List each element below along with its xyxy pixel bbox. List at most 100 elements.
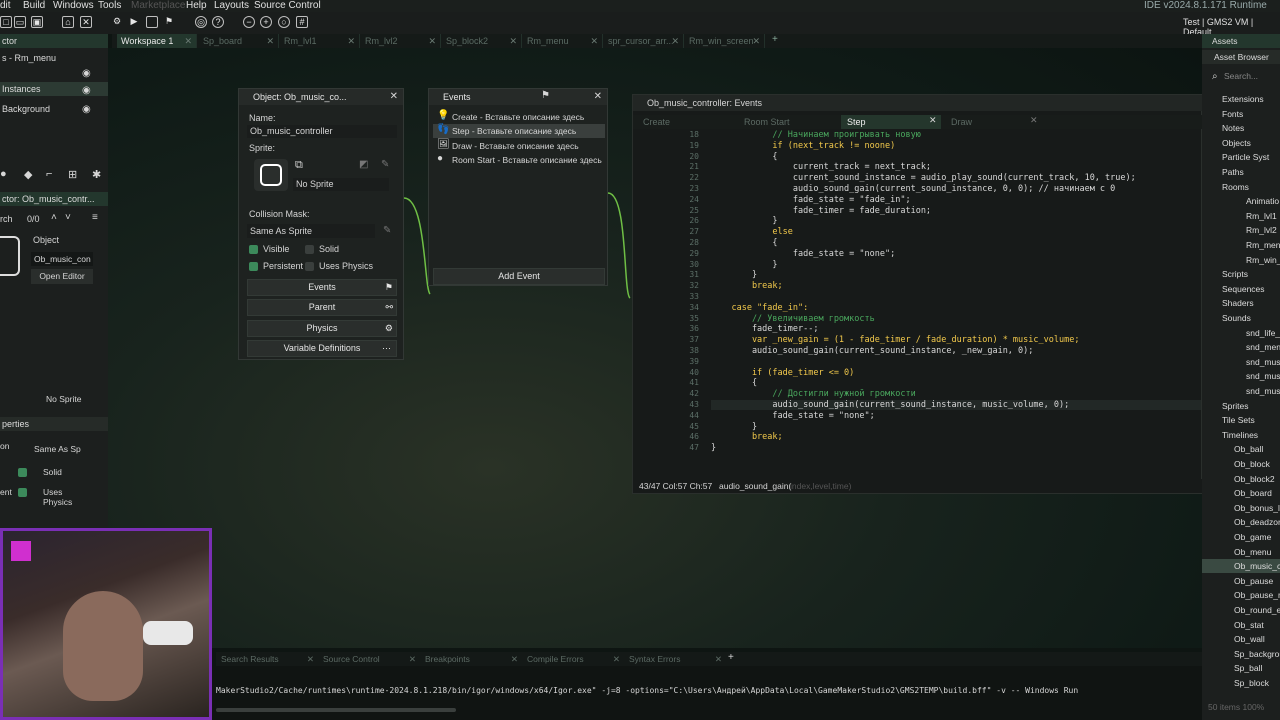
grid-icon[interactable]: # (296, 16, 308, 28)
tab-sp-board[interactable]: Sp_board ✕ (199, 34, 279, 48)
persistent-checkbox[interactable] (18, 488, 27, 497)
visible-checkbox[interactable] (249, 245, 258, 254)
asset-icon[interactable]: ✱ (92, 168, 101, 181)
tab-draw[interactable]: Draw (945, 115, 1041, 129)
close-icon[interactable]: ✕ (509, 34, 517, 48)
zoom-out-icon[interactable]: − (243, 16, 255, 28)
tab-rm-menu[interactable]: Rm_menu ✕ (523, 34, 603, 48)
asset-folder[interactable]: Sprites (1202, 399, 1280, 413)
tab-rm-lvl2[interactable]: Rm_lvl2 ✕ (361, 34, 441, 48)
add-tab-icon[interactable]: + (772, 34, 778, 45)
close-icon[interactable]: ✕ (929, 115, 937, 126)
run-icon[interactable]: ▶ (128, 16, 140, 28)
solid-checkbox[interactable] (18, 468, 27, 477)
zoom-in-icon[interactable]: + (260, 16, 272, 28)
close-icon[interactable]: ✕ (409, 652, 416, 666)
event-create[interactable]: Create - Вставьте описание здесь (433, 110, 605, 124)
asset-folder[interactable]: Extensions (1202, 92, 1280, 106)
code-line[interactable]: { (711, 152, 777, 162)
code-line[interactable]: audio_sound_gain(current_sound_instance,… (711, 346, 1033, 356)
settings-icon[interactable]: ⚙ (111, 16, 123, 28)
sprite-edit-icon[interactable]: ⧉ (295, 159, 303, 172)
tab-source-control[interactable]: Source Control ✕ (318, 652, 420, 666)
tab-room-start[interactable]: Room Start (738, 115, 838, 129)
help-icon[interactable]: ? (212, 16, 224, 28)
code-line[interactable]: audio_sound_gain(current_sound_instance,… (711, 184, 1115, 194)
eye-icon[interactable]: ◉ (82, 104, 91, 115)
asset-folder[interactable]: Timelines (1202, 428, 1280, 442)
save-icon[interactable]: ▣ (31, 16, 43, 28)
code-line[interactable]: var _new_gain = (1 - fade_timer / fade_d… (711, 335, 1080, 345)
asset-item[interactable]: Sp_block (1202, 676, 1280, 690)
event-step[interactable]: Step - Вставьте описание здесь (433, 124, 605, 138)
circle-icon[interactable]: ● (0, 168, 7, 180)
chevron-up-icon[interactable]: ˄ (51, 212, 57, 223)
asset-item[interactable]: Ob_pause_m (1202, 588, 1280, 602)
close-icon[interactable]: ✕ (594, 91, 602, 102)
code-line[interactable]: current_track = next_track; (711, 162, 931, 172)
asset-item[interactable]: Ob_stat (1202, 618, 1280, 632)
asset-item[interactable]: snd_mus (1202, 355, 1280, 369)
asset-folder[interactable]: Fonts (1202, 107, 1280, 121)
layer-background[interactable]: Background (0, 102, 108, 116)
eye-icon[interactable]: ◉ (82, 85, 91, 96)
asset-item[interactable]: Animatio (1202, 194, 1280, 208)
code-line[interactable]: } (711, 422, 757, 432)
code-line[interactable]: { (711, 378, 757, 388)
asset-folder[interactable]: Scripts (1202, 267, 1280, 281)
asset-folder[interactable]: Tile Sets (1202, 413, 1280, 427)
object-name-field[interactable]: Ob_music_con (31, 252, 93, 266)
tab-spr-cursor[interactable]: spr_cursor_arr... ✕ (604, 34, 684, 48)
code-line[interactable]: { (711, 238, 777, 248)
asset-folder[interactable]: Sounds (1202, 311, 1280, 325)
asset-item[interactable]: Sp_ball (1202, 661, 1280, 675)
tab-syntax-errors[interactable]: Syntax Errors ✕ (624, 652, 726, 666)
asset-item[interactable]: snd_mus (1202, 369, 1280, 383)
code-area[interactable]: 18 // Начинаем проигрывать новую 19 if (n… (633, 130, 1203, 460)
code-line[interactable]: // Увеличиваем громкость (711, 314, 875, 324)
asset-item[interactable]: Ob_round_e (1202, 603, 1280, 617)
code-line[interactable]: break; (711, 281, 783, 291)
menu-tools[interactable]: Tools (98, 0, 121, 11)
tab-rm-lvl1[interactable]: Rm_lvl1 ✕ (280, 34, 360, 48)
asset-item[interactable]: Ob_pause (1202, 574, 1280, 588)
tab-step[interactable]: Step (841, 115, 941, 129)
uses-physics-checkbox[interactable] (305, 262, 314, 271)
asset-item[interactable]: snd_mus (1202, 384, 1280, 398)
code-line[interactable]: fade_state = "none"; (711, 411, 874, 421)
code-line[interactable]: if (next_track != noone) (711, 141, 895, 151)
asset-search-input[interactable]: Search... (1224, 70, 1278, 84)
eye-icon[interactable]: ◉ (82, 68, 91, 79)
asset-folder[interactable]: Shaders (1202, 296, 1280, 310)
asset-item[interactable]: Ob_game (1202, 530, 1280, 544)
menu-windows[interactable]: Windows (53, 0, 94, 11)
code-line[interactable]: } (711, 443, 716, 453)
asset-item[interactable]: Ob_block2 (1202, 472, 1280, 486)
close-icon[interactable]: ✕ (1030, 115, 1038, 126)
code-line[interactable]: // Достигли нужной громкости (711, 389, 915, 399)
asset-folder[interactable]: Paths (1202, 165, 1280, 179)
code-line[interactable]: // Начинаем проигрывать новую (711, 130, 920, 140)
menu-edit[interactable]: dit (0, 0, 11, 11)
close-icon[interactable]: ✕ (590, 34, 598, 48)
sprite-preview[interactable] (254, 159, 288, 191)
mask-value[interactable]: Same As Sp (34, 444, 81, 454)
code-line[interactable]: } (711, 270, 757, 280)
code-line[interactable]: } (711, 260, 777, 270)
menu-icon[interactable]: ≡ (92, 212, 98, 223)
close-icon[interactable]: ✕ (184, 34, 192, 48)
debug-icon[interactable]: ⚑ (163, 16, 175, 28)
collision-mask-select[interactable]: Same As Sprite (247, 224, 375, 238)
sprite-select[interactable]: No Sprite (293, 178, 389, 191)
asset-item[interactable]: Ob_board (1202, 486, 1280, 500)
parent-button[interactable]: Parent ⚯ (247, 299, 397, 316)
close-icon[interactable]: ✕ (390, 91, 398, 102)
asset-folder[interactable]: Particle Syst (1202, 150, 1280, 164)
close-icon[interactable]: ✕ (80, 16, 92, 28)
diamond-icon[interactable]: ◆ (24, 168, 32, 181)
close-icon[interactable]: ✕ (347, 34, 355, 48)
asset-item[interactable]: Ob_block (1202, 457, 1280, 471)
clean-icon[interactable]: ⌂ (62, 16, 74, 28)
close-icon[interactable]: ✕ (307, 652, 314, 666)
asset-item[interactable]: Ob_deadzor (1202, 515, 1280, 529)
